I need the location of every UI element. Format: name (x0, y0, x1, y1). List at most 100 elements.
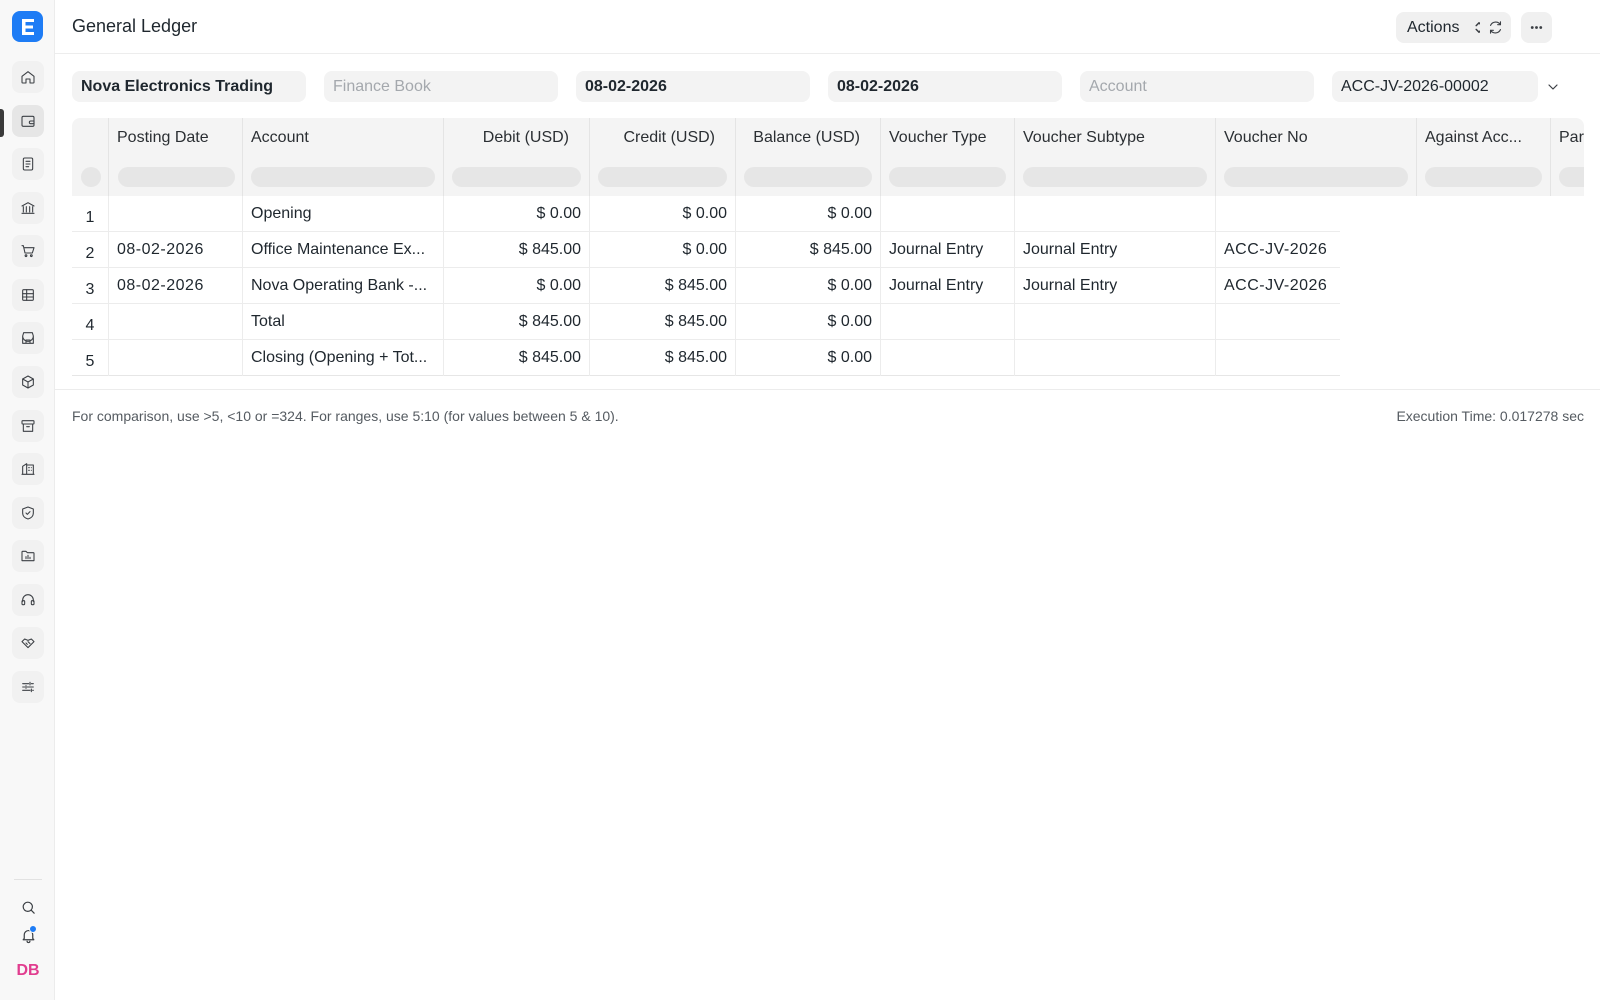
page-header: General Ledger Actions (55, 0, 1600, 54)
document-icon[interactable] (12, 148, 44, 180)
more-horizontal-icon (1530, 26, 1543, 29)
table-icon[interactable] (12, 279, 44, 311)
account-filter[interactable]: Account (1080, 71, 1314, 102)
column-header-voucher-subtype[interactable]: Voucher Subtype (1015, 118, 1216, 158)
cell-voucher-type: Journal Entry (881, 232, 1015, 268)
column-header-voucher-type[interactable]: Voucher Type (881, 118, 1015, 158)
search-icon[interactable] (14, 895, 42, 919)
filter-input-voucher-subtype[interactable] (1023, 167, 1207, 187)
filter-cell-party (1551, 158, 1584, 196)
column-header-account[interactable]: Account (243, 118, 444, 158)
filter-pill-index (81, 167, 101, 187)
filter-input-voucher-type[interactable] (889, 167, 1006, 187)
notification-dot (29, 925, 37, 933)
avatar[interactable]: DB (14, 959, 42, 983)
app-logo-icon[interactable] (12, 11, 43, 42)
cell-balance: $ 0.00 (736, 304, 881, 340)
column-header-posting-date[interactable]: Posting Date (109, 118, 243, 158)
table-row[interactable]: 3 08-02-2026 Nova Operating Bank -... $ … (72, 268, 1340, 304)
filter-input-against-account[interactable] (1425, 167, 1542, 187)
column-header-debit[interactable]: Debit (USD) (444, 118, 590, 158)
report-footer-divider (55, 389, 1600, 390)
cart-icon[interactable] (12, 235, 44, 267)
page-title: General Ledger (72, 16, 198, 36)
cell-voucher-no[interactable]: ACC-JV-2026 (1216, 232, 1340, 268)
table-header: Posting Date Account Debit (USD) Credit … (72, 118, 1584, 196)
cell-voucher-type: Journal Entry (881, 268, 1015, 304)
cell-voucher-no[interactable] (1216, 304, 1340, 340)
filter-cell-debit (444, 158, 590, 196)
table-row[interactable]: 5 Closing (Opening + Tot... $ 845.00 $ 8… (72, 340, 1340, 376)
filter-help-text: For comparison, use >5, <10 or =324. For… (72, 408, 619, 424)
column-header-voucher-no[interactable]: Voucher No (1216, 118, 1417, 158)
cell-credit: $ 0.00 (590, 232, 736, 268)
cell-account: Total (243, 304, 444, 340)
handshake-icon[interactable] (12, 627, 44, 659)
cell-debit: $ 0.00 (444, 196, 590, 232)
table-row[interactable]: 1 Opening $ 0.00 $ 0.00 $ 0.00 (72, 196, 1340, 232)
store-icon[interactable] (12, 322, 44, 354)
column-header-against-account[interactable]: Against Acc... (1417, 118, 1551, 158)
more-menu-button[interactable] (1521, 12, 1552, 43)
cell-voucher-no[interactable] (1216, 196, 1340, 232)
filter-input-posting-date[interactable] (118, 167, 235, 187)
building-icon[interactable] (12, 453, 44, 485)
finance-book-filter[interactable]: Finance Book (324, 71, 558, 102)
from-date-filter[interactable]: 08-02-2026 (576, 71, 810, 102)
package-icon[interactable] (12, 366, 44, 398)
folder-chart-icon[interactable] (12, 540, 44, 572)
wallet-icon[interactable] (12, 105, 44, 137)
cell-voucher-no[interactable] (1216, 340, 1340, 376)
chevron-down-icon (1548, 84, 1558, 90)
cell-voucher-subtype (1015, 196, 1216, 232)
filter-input-voucher-no[interactable] (1224, 167, 1408, 187)
column-header-party[interactable]: Par (1551, 118, 1584, 158)
cell-posting-date: 08-02-2026 (109, 268, 243, 304)
table-row[interactable]: 2 08-02-2026 Office Maintenance Ex... $ … (72, 232, 1340, 268)
cell-voucher-no[interactable]: ACC-JV-2026 (1216, 268, 1340, 304)
bank-icon[interactable] (12, 192, 44, 224)
to-date-filter[interactable]: 08-02-2026 (828, 71, 1062, 102)
cell-voucher-type (881, 196, 1015, 232)
voucher-no-filter[interactable]: ACC-JV-2026-00002 (1332, 71, 1538, 102)
row-index: 3 (72, 268, 109, 304)
home-icon[interactable] (12, 61, 44, 93)
cell-debit: $ 0.00 (444, 268, 590, 304)
cell-debit: $ 845.00 (444, 232, 590, 268)
table-row[interactable]: 4 Total $ 845.00 $ 845.00 $ 0.00 (72, 304, 1340, 340)
cell-posting-date (109, 304, 243, 340)
column-header-credit[interactable]: Credit (USD) (590, 118, 736, 158)
filter-input-party[interactable] (1559, 167, 1584, 187)
filter-input-account[interactable] (251, 167, 435, 187)
company-filter[interactable]: Nova Electronics Trading (72, 71, 306, 102)
cell-debit: $ 845.00 (444, 340, 590, 376)
filter-input-balance[interactable] (744, 167, 872, 187)
execution-time: Execution Time: 0.017278 sec (1396, 408, 1584, 424)
bell-icon[interactable] (14, 923, 42, 947)
row-index: 2 (72, 232, 109, 268)
cell-account: Nova Operating Bank -... (243, 268, 444, 304)
filter-cell-balance (736, 158, 881, 196)
cell-debit: $ 845.00 (444, 304, 590, 340)
cell-account: Office Maintenance Ex... (243, 232, 444, 268)
filter-cell-posting-date (109, 158, 243, 196)
sliders-icon[interactable] (12, 671, 44, 703)
filters-expand-button[interactable] (1545, 79, 1563, 97)
refresh-icon (1489, 21, 1502, 34)
shield-icon[interactable] (12, 497, 44, 529)
cell-voucher-subtype (1015, 340, 1216, 376)
filter-input-credit[interactable] (598, 167, 727, 187)
filter-cell-credit (590, 158, 736, 196)
filter-input-debit[interactable] (452, 167, 581, 187)
headset-icon[interactable] (12, 584, 44, 616)
cell-balance: $ 0.00 (736, 196, 881, 232)
sidebar: DB (0, 0, 55, 1000)
cell-voucher-type (881, 304, 1015, 340)
row-index: 4 (72, 304, 109, 340)
row-index: 1 (72, 196, 109, 232)
archive-icon[interactable] (12, 410, 44, 442)
column-header-balance[interactable]: Balance (USD) (736, 118, 881, 158)
cell-credit: $ 845.00 (590, 340, 736, 376)
filter-cell-voucher-no (1216, 158, 1417, 196)
refresh-button[interactable] (1480, 12, 1511, 43)
